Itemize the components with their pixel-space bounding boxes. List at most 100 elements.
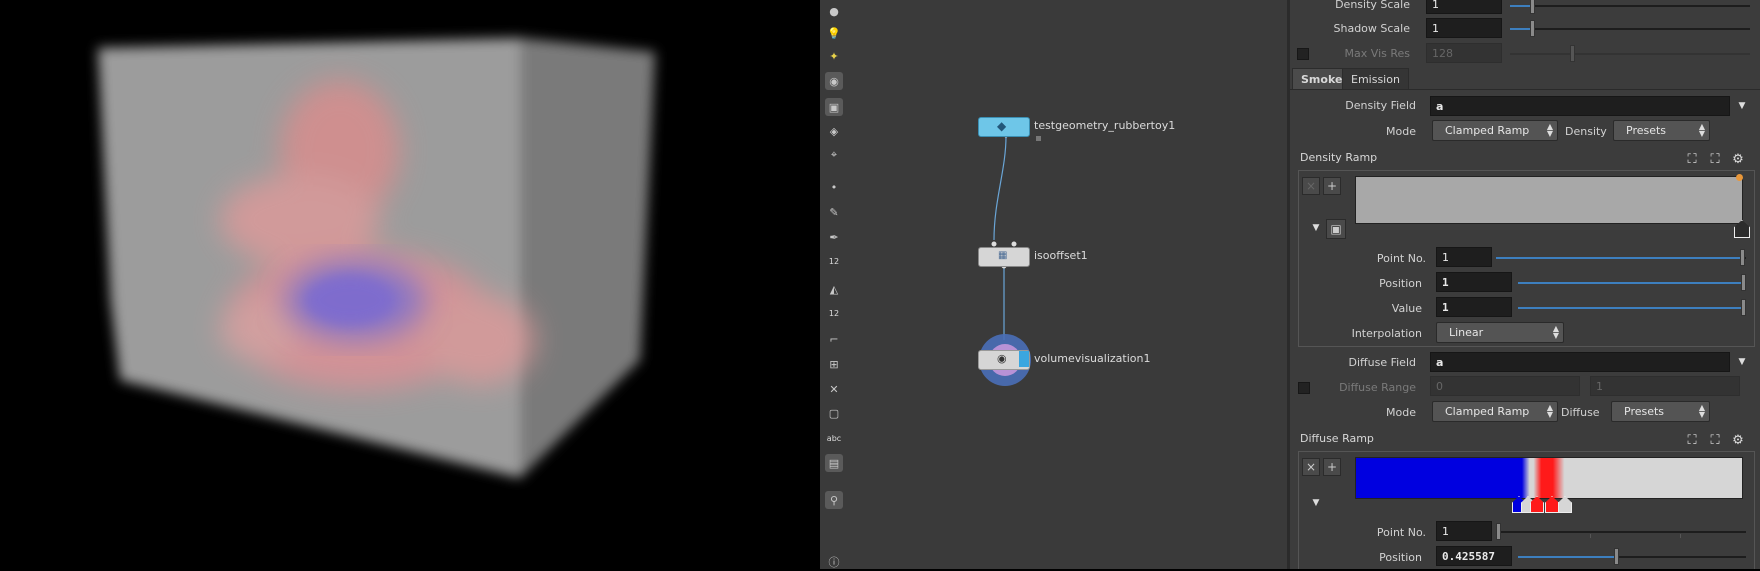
mode-label: Mode <box>1386 125 1416 138</box>
tab-emission[interactable]: Emission <box>1342 68 1409 90</box>
remove-point-button[interactable]: × <box>1302 458 1320 476</box>
updown-icon: ▲ ▼ <box>1546 403 1553 419</box>
remove-point-button[interactable]: × <box>1302 177 1320 195</box>
image-icon[interactable]: ▤ <box>825 454 843 472</box>
collapse-triangle-icon[interactable]: ▼ <box>1308 220 1324 236</box>
diffuse-field-input[interactable]: a <box>1430 352 1730 372</box>
value-slider[interactable] <box>1518 299 1746 316</box>
node-body[interactable]: ▦ <box>978 247 1030 267</box>
view-icon[interactable]: ◈ <box>825 122 843 140</box>
collapse-triangle-icon[interactable]: ▼ <box>1308 495 1324 511</box>
point-no-slider[interactable] <box>1496 249 1746 266</box>
corner-icon[interactable]: ⌐ <box>825 330 843 348</box>
isooffset-icon: ▦ <box>998 250 1008 261</box>
max-vis-res-slider[interactable] <box>1510 45 1750 62</box>
display-flag-icon <box>1019 351 1029 367</box>
brush-icon[interactable]: ✎ <box>825 203 843 221</box>
gear-icon[interactable]: ⚙ <box>1730 432 1746 448</box>
interpolation-label: Interpolation <box>1351 327 1422 340</box>
value-field[interactable]: 1 <box>1436 297 1512 317</box>
shelf-toolbar: ● 💡 ✦ ◉ ▣ ◈ ⌖ • ✎ ✒ 12 ◭ 12 ⌐ ⊞ ✕ ▢ abc … <box>820 0 849 569</box>
position-label: Position <box>1379 277 1422 290</box>
ramp-export-icon[interactable]: ⛶ <box>1707 432 1723 448</box>
density-field-menu-icon[interactable]: ▼ <box>1734 98 1750 114</box>
node-body[interactable]: ◉ <box>978 350 1030 370</box>
parameter-pane: Density Scale 1 Shadow Scale 1 Max Vis R… <box>1290 0 1760 569</box>
density-scale-slider[interactable] <box>1510 0 1750 14</box>
diffuse-mode-dropdown[interactable]: Clamped Ramp ▲ ▼ <box>1432 401 1558 422</box>
point-no-slider[interactable] <box>1496 523 1746 540</box>
add-point-button[interactable]: + <box>1323 458 1341 476</box>
gear-icon[interactable]: ⚙ <box>1730 151 1746 167</box>
mode-label: Mode <box>1386 406 1416 419</box>
updown-icon: ▲ ▼ <box>1552 324 1559 340</box>
handle-icon[interactable]: ⌖ <box>825 146 843 164</box>
light-icon[interactable]: ✦ <box>825 47 843 65</box>
updown-icon: ▲ ▼ <box>1698 122 1705 138</box>
diffuse-field-label: Diffuse Field <box>1348 356 1416 369</box>
node-isooffset[interactable]: ▦ isooffset1 <box>978 247 1178 267</box>
point-no-field[interactable]: 1 <box>1436 521 1492 541</box>
presets-value: Presets <box>1626 124 1667 137</box>
number-stack-icon[interactable]: 12 <box>825 304 843 322</box>
network-editor[interactable]: ◆ testgeometry_rubbertoy1 ▦ isooffset1 ◉… <box>848 0 1287 569</box>
info-icon[interactable]: ⓘ <box>825 553 843 571</box>
ramp-preset-icon[interactable]: ⛶ <box>1684 432 1700 448</box>
shadow-scale-slider[interactable] <box>1510 20 1750 37</box>
diffuse-presets-dropdown[interactable]: Presets ▲ ▼ <box>1611 401 1710 422</box>
diffuse-ramp-title: Diffuse Ramp <box>1300 432 1374 445</box>
position-slider[interactable] <box>1518 274 1746 291</box>
point-icon[interactable]: • <box>825 178 843 196</box>
value-label: Value <box>1391 302 1422 315</box>
max-vis-res-label: Max Vis Res <box>1344 47 1410 60</box>
position-field[interactable]: 0.425587 <box>1436 546 1512 566</box>
rubbertoy-icon: ◆ <box>997 119 1007 133</box>
box-icon[interactable]: ▢ <box>825 404 843 422</box>
tab-divider <box>1290 89 1760 90</box>
density-ramp-preview[interactable] <box>1355 176 1743 224</box>
paint-icon[interactable]: ◭ <box>825 280 843 298</box>
light-bulb-icon[interactable]: 💡 <box>825 24 843 42</box>
node-label: isooffset1 <box>1034 249 1088 262</box>
point-no-field[interactable]: 1 <box>1436 247 1492 267</box>
diffuse-range-min[interactable]: 0 <box>1430 376 1580 396</box>
pen-icon[interactable]: ✒ <box>825 228 843 246</box>
slider-tick <box>1680 534 1681 538</box>
density-presets-dropdown[interactable]: Presets ▲ ▼ <box>1613 120 1710 141</box>
node-volumevisualization[interactable]: ◉ volumevisualization1 <box>978 350 1238 370</box>
add-point-button[interactable]: + <box>1323 177 1341 195</box>
interpolation-dropdown[interactable]: Linear ▲ ▼ <box>1436 322 1564 343</box>
diffuse-ramp-preview[interactable] <box>1355 457 1743 499</box>
interpolation-value: Linear <box>1449 326 1484 339</box>
position-slider[interactable] <box>1518 548 1746 565</box>
number-icon[interactable]: 12 <box>825 252 843 270</box>
camera-icon[interactable]: ◉ <box>825 72 843 90</box>
ramp-preset-icon[interactable]: ⛶ <box>1684 151 1700 167</box>
sphere-icon[interactable]: ● <box>825 2 843 20</box>
node-label: volumevisualization1 <box>1034 352 1151 365</box>
density-scale-field[interactable]: 1 <box>1426 0 1502 14</box>
diffuse-range-label: Diffuse Range <box>1339 381 1416 394</box>
max-vis-res-field[interactable]: 128 <box>1426 43 1502 63</box>
pin-icon[interactable]: ⚲ <box>825 491 843 509</box>
volume-icon: ◉ <box>997 352 1007 365</box>
mode-value: Clamped Ramp <box>1445 405 1530 418</box>
ramp-edit-icon[interactable]: ▣ <box>1326 219 1346 239</box>
ramp-key-dot <box>1736 174 1743 181</box>
node-body[interactable]: ◆ <box>978 117 1030 137</box>
presets-value: Presets <box>1624 405 1665 418</box>
density-field-input[interactable]: a <box>1430 96 1730 116</box>
mode-dropdown[interactable]: Clamped Ramp ▲ ▼ <box>1432 120 1558 141</box>
display-icon[interactable]: ▣ <box>825 98 843 116</box>
3d-viewport[interactable] <box>0 0 820 569</box>
text-icon[interactable]: abc <box>825 429 843 447</box>
snap-icon[interactable]: ⊞ <box>825 355 843 373</box>
mode-value: Clamped Ramp <box>1445 124 1530 137</box>
diffuse-field-menu-icon[interactable]: ▼ <box>1734 354 1750 370</box>
pivot-icon[interactable]: ✕ <box>825 380 843 398</box>
diffuse-range-max[interactable]: 1 <box>1590 376 1740 396</box>
position-field[interactable]: 1 <box>1436 272 1512 292</box>
ramp-export-icon[interactable]: ⛶ <box>1707 151 1723 167</box>
node-testgeometry[interactable]: ◆ testgeometry_rubbertoy1 <box>978 117 1248 137</box>
shadow-scale-field[interactable]: 1 <box>1426 18 1502 38</box>
